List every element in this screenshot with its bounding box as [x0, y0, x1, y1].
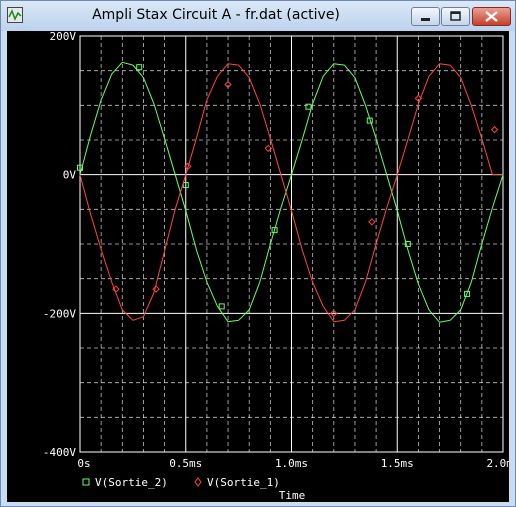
- title-bar[interactable]: Ampli Stax Circuit A - fr.dat (active): [1, 1, 515, 31]
- x-tick-labels: 0s 0.5ms 1.0ms 1.5ms 2.0ms: [77, 457, 509, 470]
- minimize-icon: [421, 18, 430, 21]
- legend-marker-sortie-2: [82, 478, 90, 486]
- x-tick-label: 2.0ms: [486, 457, 509, 470]
- close-button[interactable]: [472, 7, 511, 26]
- y-tick-label: -400V: [43, 446, 76, 459]
- maximize-button[interactable]: [441, 7, 470, 26]
- y-tick-label: 200V: [50, 31, 77, 43]
- minimize-button[interactable]: [411, 7, 440, 26]
- x-tick-label: 0s: [77, 457, 90, 470]
- window-title: Ampli Stax Circuit A - fr.dat (active): [92, 7, 340, 23]
- plot-area[interactable]: 200V 0V -200V -400V 0s 0.5ms 1.0ms 1.5ms…: [7, 31, 509, 502]
- close-icon: [485, 11, 498, 22]
- x-tick-label: 0.5ms: [169, 457, 202, 470]
- maximize-icon: [450, 11, 461, 21]
- x-axis-label: Time: [279, 489, 306, 502]
- legend-label-sortie-2[interactable]: V(Sortie_2): [95, 476, 168, 489]
- y-tick-label: -200V: [43, 307, 76, 320]
- probe-window: Ampli Stax Circuit A - fr.dat (active) 2…: [0, 0, 516, 507]
- y-tick-label: 0V: [63, 169, 77, 182]
- x-tick-label: 1.5ms: [381, 457, 414, 470]
- waveform-chart[interactable]: 200V 0V -200V -400V 0s 0.5ms 1.0ms 1.5ms…: [7, 31, 509, 502]
- data-point-marker: [136, 64, 143, 71]
- x-tick-label: 1.0ms: [275, 457, 308, 470]
- legend-marker-sortie-1: [194, 477, 202, 487]
- data-point-marker: [218, 303, 225, 310]
- grid: [79, 35, 504, 453]
- legend-label-sortie-1[interactable]: V(Sortie_1): [207, 476, 280, 489]
- y-tick-labels: 200V 0V -200V -400V: [43, 31, 76, 459]
- data-point-marker: [490, 125, 499, 134]
- data-point-marker: [368, 218, 376, 226]
- legend[interactable]: V(Sortie_2) V(Sortie_1) Time: [82, 476, 306, 502]
